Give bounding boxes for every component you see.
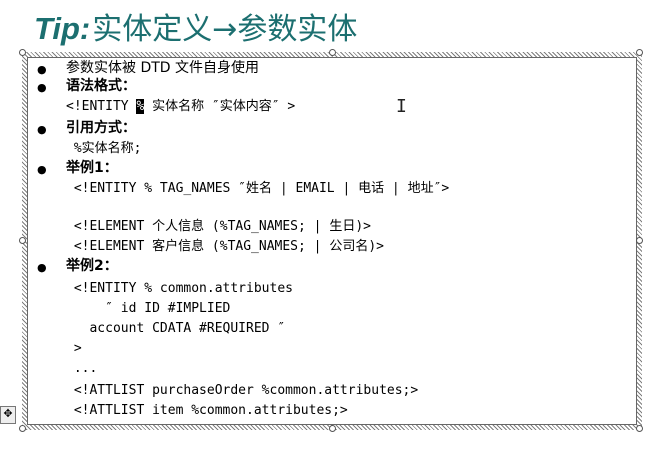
text-line: ″ id ID #IMPLIED [66,299,230,318]
bullet-icon: ● [37,123,47,136]
resize-handle-bottom-right[interactable] [636,425,643,432]
resize-handle-left[interactable] [19,237,26,244]
line-text: 举例1： [66,160,118,176]
bullet-icon: ● [37,163,47,176]
text-cursor-icon: I [396,96,407,117]
line-text: <!ELEMENT 个人信息 (%TAG_NAMES; | 生日)> [66,219,371,234]
line-text: account CDATA #REQUIRED ″ [66,321,286,336]
text-line: <!ELEMENT 客户信息 (%TAG_NAMES; | 公司名)> [66,237,384,256]
line-text: 举例2： [66,258,118,274]
bullet-icon: ● [37,63,47,76]
line-text-pre: <!ENTITY [66,99,137,114]
text-line: <!ELEMENT 个人信息 (%TAG_NAMES; | 生日)> [66,217,371,236]
resize-handle-top-right[interactable] [636,49,643,56]
line-text: <!ENTITY % common.attributes [66,281,293,296]
text-line: <!ATTLIST purchaseOrder %common.attribut… [66,381,418,400]
text-line: ... [66,359,98,378]
resize-handle-top[interactable] [329,49,336,56]
text-line: %实体名称; [66,139,142,158]
line-text: %实体名称; [66,141,142,156]
text-line: ● 举例2： [37,257,118,275]
line-text: 引用方式： [66,120,136,136]
bullet-icon: ● [37,81,47,94]
resize-handle-top-left[interactable] [19,49,26,56]
line-text: ″ id ID #IMPLIED [66,301,231,316]
line-text: ... [66,361,98,376]
text-line: <!ENTITY % 实体名称 ″实体内容″ > [66,97,295,116]
line-text-post: 实体名称 ″实体内容″ > [144,99,296,114]
text-line: ● 引用方式： [37,119,136,137]
line-text: 语法格式： [66,78,136,94]
resize-handle-bottom-left[interactable] [19,425,26,432]
line-text: <!ENTITY % TAG_NAMES ″姓名 | EMAIL | 电话 | … [66,181,450,196]
text-line: <!ENTITY % common.attributes [66,279,293,298]
text-line: ● 参数实体被 DTD 文件自身使用 [37,59,260,77]
text-line: <!ENTITY % TAG_NAMES ″姓名 | EMAIL | 电话 | … [66,179,449,198]
line-text: <!ENTITY % 实体名称 ″实体内容″ > [66,99,295,114]
text-line: ● 举例1： [37,159,118,177]
line-text: <!ELEMENT 客户信息 (%TAG_NAMES; | 公司名)> [66,239,384,254]
title-text: 实体定义→参数实体 [92,12,358,47]
text-line: <!ATTLIST item %common.attributes;> [66,401,348,420]
text-line: > [66,339,82,358]
title-tip: Tip: [34,11,91,46]
bullet-icon: ● [37,261,47,274]
text-line: account CDATA #REQUIRED ″ [66,319,285,338]
resize-handle-bottom[interactable] [329,425,336,432]
line-text: > [66,341,82,356]
slide-title: Tip: 实体定义→参数实体 [34,4,357,48]
line-text: 参数实体被 DTD 文件自身使用 [66,60,260,76]
resize-handle-right[interactable] [636,237,643,244]
line-text: <!ATTLIST item %common.attributes;> [66,403,348,418]
line-text: <!ATTLIST purchaseOrder %common.attribut… [66,383,419,398]
table-move-icon[interactable]: ✥ [0,406,16,424]
text-line: ● 语法格式： [37,77,136,95]
